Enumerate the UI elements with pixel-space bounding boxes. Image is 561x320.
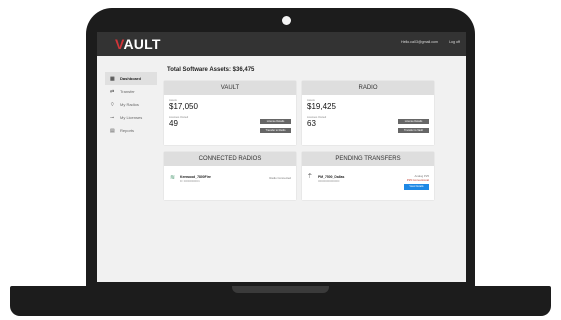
pending-transfers-card: PENDING TRANSFERS ⍑ PM_7500_Dallas 00000…	[302, 152, 434, 200]
transfer-id: 0000000000000000	[318, 180, 340, 183]
sidebar-item-transfer[interactable]: ⇄ Transfer	[105, 85, 157, 98]
sidebar-item-dashboard[interactable]: ▦ Dashboard	[105, 72, 157, 85]
card-title: RADIO	[302, 81, 434, 95]
user-email[interactable]: Hello.ca03@gmail.com	[401, 40, 438, 44]
radio-name[interactable]: Kenwood_7800Fire	[180, 175, 211, 179]
sidebar: ▦ Dashboard ⇄ Transfer ⌔ My Radios ⊸ My …	[105, 72, 157, 137]
sidebar-item-label: My Radios	[120, 102, 139, 107]
laptop-screen: VAULT Hello.ca03@gmail.com Log off ▦ Das…	[97, 32, 466, 282]
report-icon: ▤	[110, 127, 115, 134]
key-icon: ⊸	[110, 114, 115, 121]
page-title: Total Software Assets: $36,475	[167, 67, 255, 73]
sidebar-item-label: Dashboard	[120, 76, 141, 81]
radio-status: Radio Connected	[269, 176, 291, 180]
transfer-name[interactable]: PM_7500_Dallas	[318, 175, 344, 179]
transfer-icon: ⇄	[110, 88, 115, 95]
sidebar-item-reports[interactable]: ▤ Reports	[105, 124, 157, 137]
licenses-value: 49	[169, 119, 178, 128]
radio-card: RADIO Assets $19,425 Licenses Owned 63 L…	[302, 81, 434, 145]
antenna-icon: ⍑	[308, 174, 312, 180]
view-details-button[interactable]: View Details	[404, 184, 429, 190]
license-details-button[interactable]: License Details	[398, 119, 429, 124]
top-bar: VAULT Hello.ca03@gmail.com Log off	[97, 32, 466, 56]
sidebar-item-my-licenses[interactable]: ⊸ My Licenses	[105, 111, 157, 124]
sidebar-item-label: My Licenses	[120, 115, 143, 120]
logo-rest: AULT	[123, 36, 161, 52]
logout-link[interactable]: Log off	[449, 40, 460, 44]
transfer-to-vault-button[interactable]: Transfer to Vault	[398, 128, 429, 133]
transfer-to-radio-button[interactable]: Transfer to Radio	[260, 128, 291, 133]
sidebar-item-label: Reports	[120, 128, 135, 133]
grid-icon: ▦	[110, 75, 115, 82]
laptop-notch	[232, 286, 329, 293]
card-title: CONNECTED RADIOS	[164, 152, 296, 166]
assets-value: $19,425	[307, 102, 336, 111]
transfer-status-2: P25 Conventional	[406, 178, 429, 182]
radio-id: ID: 000000000001	[180, 180, 200, 183]
vault-card: VAULT Assets $17,050 Licenses Owned 49 L…	[164, 81, 296, 145]
radio-signal-icon: ≋	[170, 175, 176, 181]
card-title: PENDING TRANSFERS	[302, 152, 434, 166]
radio-icon: ⌔	[110, 101, 115, 108]
license-details-button[interactable]: License Details	[260, 119, 291, 124]
sidebar-item-my-radios[interactable]: ⌔ My Radios	[105, 98, 157, 111]
logo-prefix: V	[115, 36, 124, 52]
sidebar-item-label: Transfer	[120, 89, 135, 94]
connected-radios-card: CONNECTED RADIOS ≋ Kenwood_7800Fire ID: …	[164, 152, 296, 200]
webcam	[282, 16, 291, 25]
assets-value: $17,050	[169, 102, 198, 111]
app-logo[interactable]: VAULT	[115, 36, 161, 52]
card-title: VAULT	[164, 81, 296, 95]
licenses-value: 63	[307, 119, 316, 128]
